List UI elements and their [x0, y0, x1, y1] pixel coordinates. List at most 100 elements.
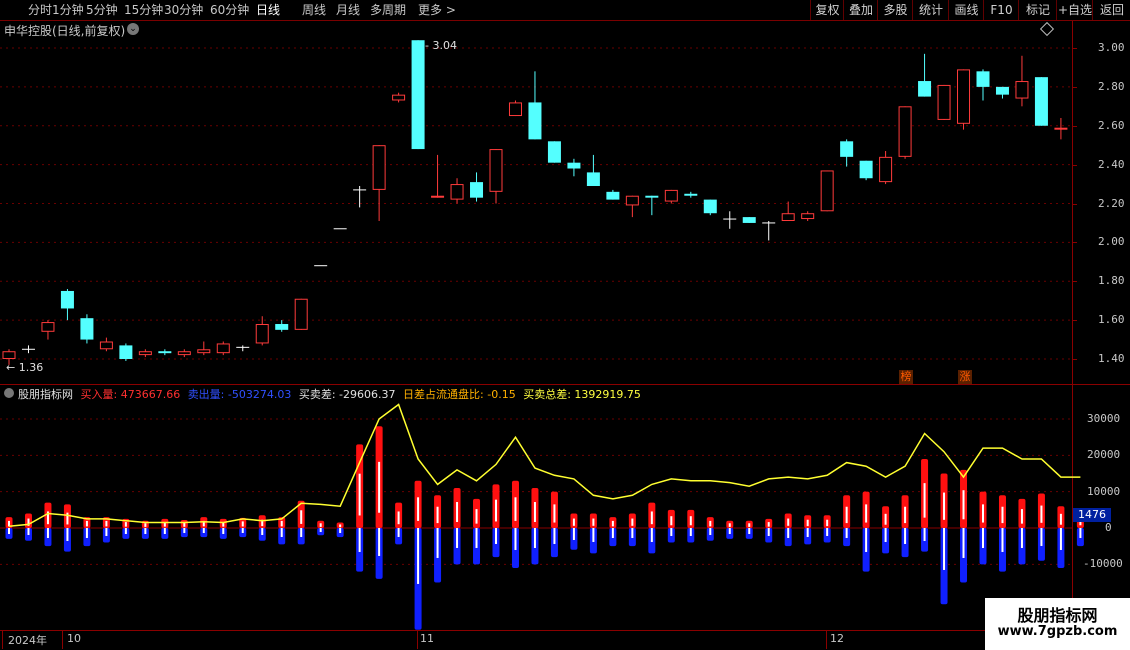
candle-body [1015, 81, 1029, 99]
buy-bar-core [124, 522, 127, 527]
candle-body [431, 195, 445, 198]
candle-body [450, 184, 464, 200]
buy-bar-core [748, 523, 751, 527]
buy-bar-core [397, 511, 400, 525]
price-tick-label: 1.60 [1098, 313, 1125, 327]
indicator-total-value: 买卖总差: 1392919.75 [523, 388, 641, 401]
price-tick [1072, 242, 1077, 244]
sell-bar-core [533, 528, 536, 548]
candle-body [781, 213, 795, 221]
candle-body [801, 213, 815, 220]
sell-bar-core [495, 528, 497, 544]
buy-bar-core [806, 519, 809, 527]
watermark-title: 股朋指标网 [1017, 606, 1098, 625]
sell-bar-core [358, 528, 361, 552]
candle-body [1034, 77, 1048, 126]
buy-bar-core [982, 504, 984, 523]
buy-bar-core [553, 504, 556, 523]
buy-bar-core [1001, 506, 1004, 524]
candle-body [60, 290, 74, 309]
buy-bar-core [1040, 505, 1043, 523]
sell-bar-core [8, 528, 10, 534]
buy-bar-core [1020, 509, 1023, 524]
sell-bar-core [27, 528, 30, 535]
buy-bar-core [787, 518, 790, 526]
buy-bar-core [767, 522, 770, 527]
candle-body [645, 195, 659, 198]
sell-bar-core [66, 528, 69, 541]
candle-body [684, 193, 698, 196]
date-label-dec: 12 [830, 632, 844, 645]
date-separator [2, 631, 3, 649]
sell-bar-core [300, 528, 303, 537]
candle-body [586, 172, 600, 187]
current-value-badge: 1476 [1073, 508, 1111, 522]
indicator-name[interactable]: 股朋指标网 [18, 388, 73, 401]
sell-bar-core [904, 528, 907, 544]
buy-bar-core [300, 510, 303, 524]
indicator-tick-label: 10000 [1087, 484, 1121, 498]
price-tick-label: 2.40 [1098, 157, 1125, 171]
buy-bar-core [358, 473, 361, 516]
indicator-settings-icon[interactable] [4, 388, 14, 398]
sell-bar-core [748, 528, 751, 534]
candle-body [177, 351, 191, 356]
buy-bar-core [183, 522, 186, 527]
total-diff-line [8, 403, 1081, 527]
sell-bar-core [962, 528, 965, 558]
candle-body [820, 170, 834, 212]
sell-bar-core [261, 528, 264, 535]
indicator-ratio-value: 日差占流通盘比: -0.15 [403, 388, 516, 401]
price-tick [1072, 48, 1077, 49]
buy-bar-core [689, 516, 692, 526]
candle-body [528, 102, 542, 140]
sell-bar-core [943, 528, 946, 570]
price-tick [1072, 359, 1077, 360]
indicator-sell-value: 卖出量: -503274.03 [187, 388, 292, 401]
buy-bar-core [241, 521, 244, 527]
price-tick-label: 2.60 [1098, 118, 1125, 132]
buy-bar-core [611, 520, 614, 527]
sell-bar-core [592, 528, 595, 542]
buy-bar-core [475, 509, 478, 524]
sell-bar-core [1040, 528, 1043, 546]
candle-body [392, 94, 406, 101]
candle-body [41, 322, 55, 332]
sell-bar-core [865, 528, 868, 552]
buy-bar-core [319, 523, 322, 527]
watermark-logo: 股朋指标网 www.7gpzb.com [985, 598, 1130, 650]
sell-bar-core [553, 528, 556, 544]
candle-body [898, 106, 912, 157]
buy-bar-core [378, 461, 381, 513]
price-tick-label: 3.00 [1098, 41, 1125, 54]
limit-up-badge[interactable]: 涨 [958, 370, 972, 384]
sell-bar-core [144, 528, 147, 534]
sell-bar-core [163, 528, 166, 534]
sell-bar-core [845, 528, 848, 538]
buy-bar-core [144, 523, 147, 527]
buy-bar-core [884, 513, 887, 525]
candle-body [2, 351, 16, 360]
sell-bar-core [241, 528, 244, 533]
buy-bar-core [670, 516, 673, 526]
sell-bar-core [105, 528, 108, 536]
low-price-label: ← 1.36 [6, 361, 44, 374]
candle-body [879, 156, 893, 183]
date-separator [826, 631, 827, 649]
candle-body [995, 86, 1009, 95]
sell-bar-core [222, 528, 225, 534]
kline-chart[interactable] [0, 0, 1130, 650]
price-tick [1072, 281, 1077, 283]
candle-body [489, 149, 503, 192]
buy-bar-core [826, 519, 829, 527]
candle-body [840, 141, 854, 157]
rank-badge[interactable]: 榜 [899, 370, 913, 384]
sell-bar-core [1001, 528, 1004, 552]
sell-bar-core [1059, 528, 1062, 550]
price-tick-label: 2.20 [1098, 196, 1125, 210]
sell-bar-core [378, 528, 381, 556]
candle-body [957, 69, 971, 124]
buy-bar-core [456, 502, 459, 523]
sell-bar-core [436, 528, 439, 558]
sell-bar-core [46, 528, 49, 538]
